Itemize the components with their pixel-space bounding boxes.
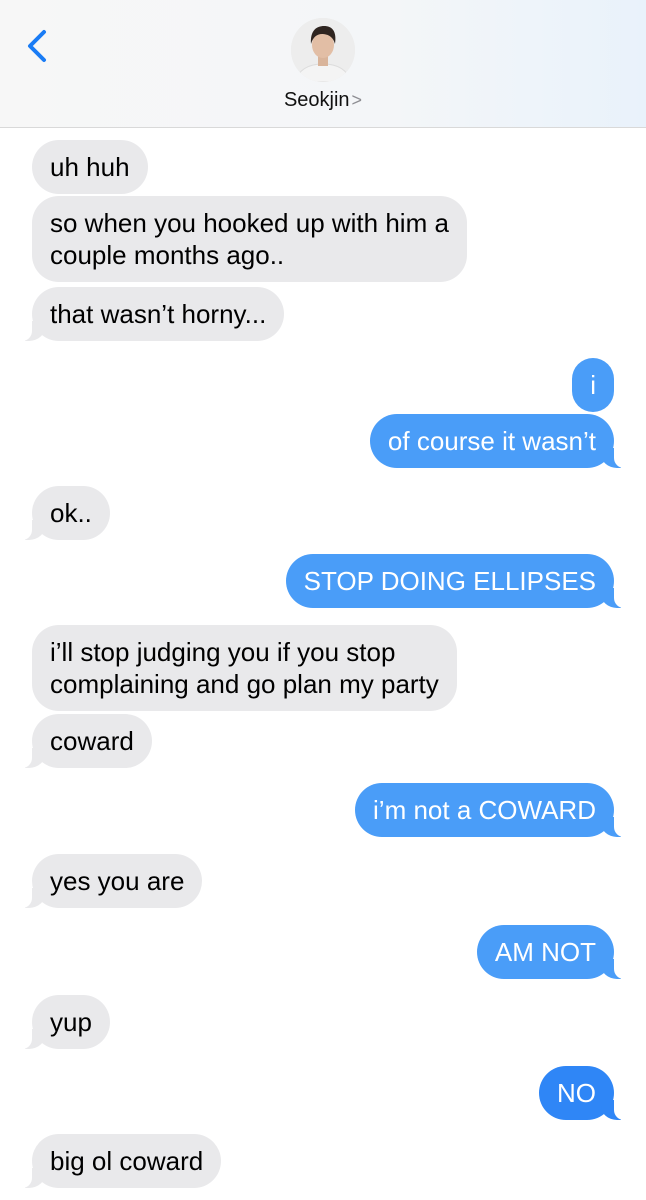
message-bubble-incoming[interactable]: yes you are — [21, 854, 203, 908]
message-bubble-incoming[interactable]: big ol coward — [21, 1134, 222, 1188]
message-bubble-incoming[interactable]: coward — [22, 714, 152, 768]
avatar[interactable] — [291, 18, 355, 82]
message-bubble-outgoing[interactable]: i — [572, 358, 614, 412]
message-bubble-incoming[interactable]: i’ll stop judging you if you stop compla… — [32, 625, 457, 711]
message-bubble-outgoing[interactable]: NO — [539, 1066, 624, 1120]
message-bubble-incoming[interactable]: uh huh — [32, 140, 148, 194]
message-bubble-outgoing[interactable]: AM NOT — [476, 925, 625, 979]
chevron-right-icon: > — [351, 90, 363, 110]
back-button[interactable] — [20, 22, 60, 70]
message-bubble-incoming[interactable]: that wasn’t horny... — [21, 287, 285, 341]
message-bubble-outgoing[interactable]: of course it wasn’t — [369, 414, 625, 468]
message-bubble-incoming[interactable]: so when you hooked up with him a couple … — [32, 196, 467, 282]
message-bubble-incoming[interactable]: ok.. — [22, 486, 110, 540]
contact-name: Seokjin — [283, 89, 350, 111]
message-bubble-outgoing[interactable]: i’m not a COWARD — [355, 783, 624, 837]
contact-photo — [291, 18, 355, 82]
contact-name-button[interactable]: Seokjin > — [0, 89, 646, 112]
message-bubble-outgoing[interactable]: STOP DOING ELLIPSES — [285, 554, 625, 608]
message-bubble-incoming[interactable]: yup — [22, 995, 110, 1049]
chevron-left-icon — [28, 30, 46, 62]
message-thread[interactable]: uh huh so when you hooked up with him a … — [0, 128, 646, 1200]
conversation-header: Seokjin > — [0, 0, 646, 128]
